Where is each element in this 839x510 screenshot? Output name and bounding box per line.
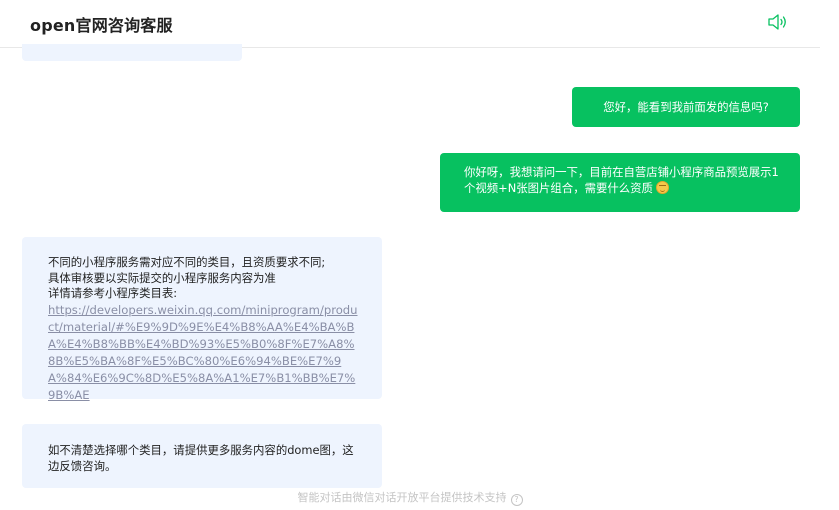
bot-message-line: 具体审核要以实际提交的小程序服务内容为准	[48, 270, 276, 285]
previous-message-bubble	[22, 44, 242, 61]
powered-by-footer: 智能对话由微信对话开放平台提供技术支持?	[0, 489, 820, 506]
user-message-bubble: 你好呀，我想请问一下，目前在自营店铺小程序商品预览展示1个视频+N张图片组合，需…	[440, 153, 800, 212]
user-message-text: 您好，能看到我前面发的信息吗?	[603, 100, 769, 114]
smiling-face-emoji-icon	[655, 181, 669, 194]
speaker-icon[interactable]	[767, 12, 789, 32]
user-message-bubble: 您好，能看到我前面发的信息吗?	[572, 87, 800, 127]
bot-message-text: 如不清楚选择哪个类目，请提供更多服务内容的dome图，这边反馈咨询。	[48, 443, 354, 473]
bot-message-line: 详情请参考小程序类目表:	[48, 286, 178, 300]
bot-message-bubble: 如不清楚选择哪个类目，请提供更多服务内容的dome图，这边反馈咨询。	[22, 424, 382, 488]
help-icon[interactable]: ?	[510, 494, 523, 506]
bot-message-line: 不同的小程序服务需对应不同的类目，且资质要求不同;	[48, 255, 326, 269]
user-message-text: 你好呀，我想请问一下，目前在自营店铺小程序商品预览展示1个视频+N张图片组合，需…	[464, 165, 779, 195]
bot-message-bubble: 不同的小程序服务需对应不同的类目，且资质要求不同; 具体审核要以实际提交的小程序…	[22, 237, 382, 402]
chat-title: open官网咨询客服	[30, 16, 173, 35]
chat-header: open官网咨询客服	[0, 0, 820, 48]
category-table-link[interactable]: https://developers.weixin.qq.com/minipro…	[48, 302, 360, 404]
footer-text: 智能对话由微信对话开放平台提供技术支持	[297, 491, 507, 504]
